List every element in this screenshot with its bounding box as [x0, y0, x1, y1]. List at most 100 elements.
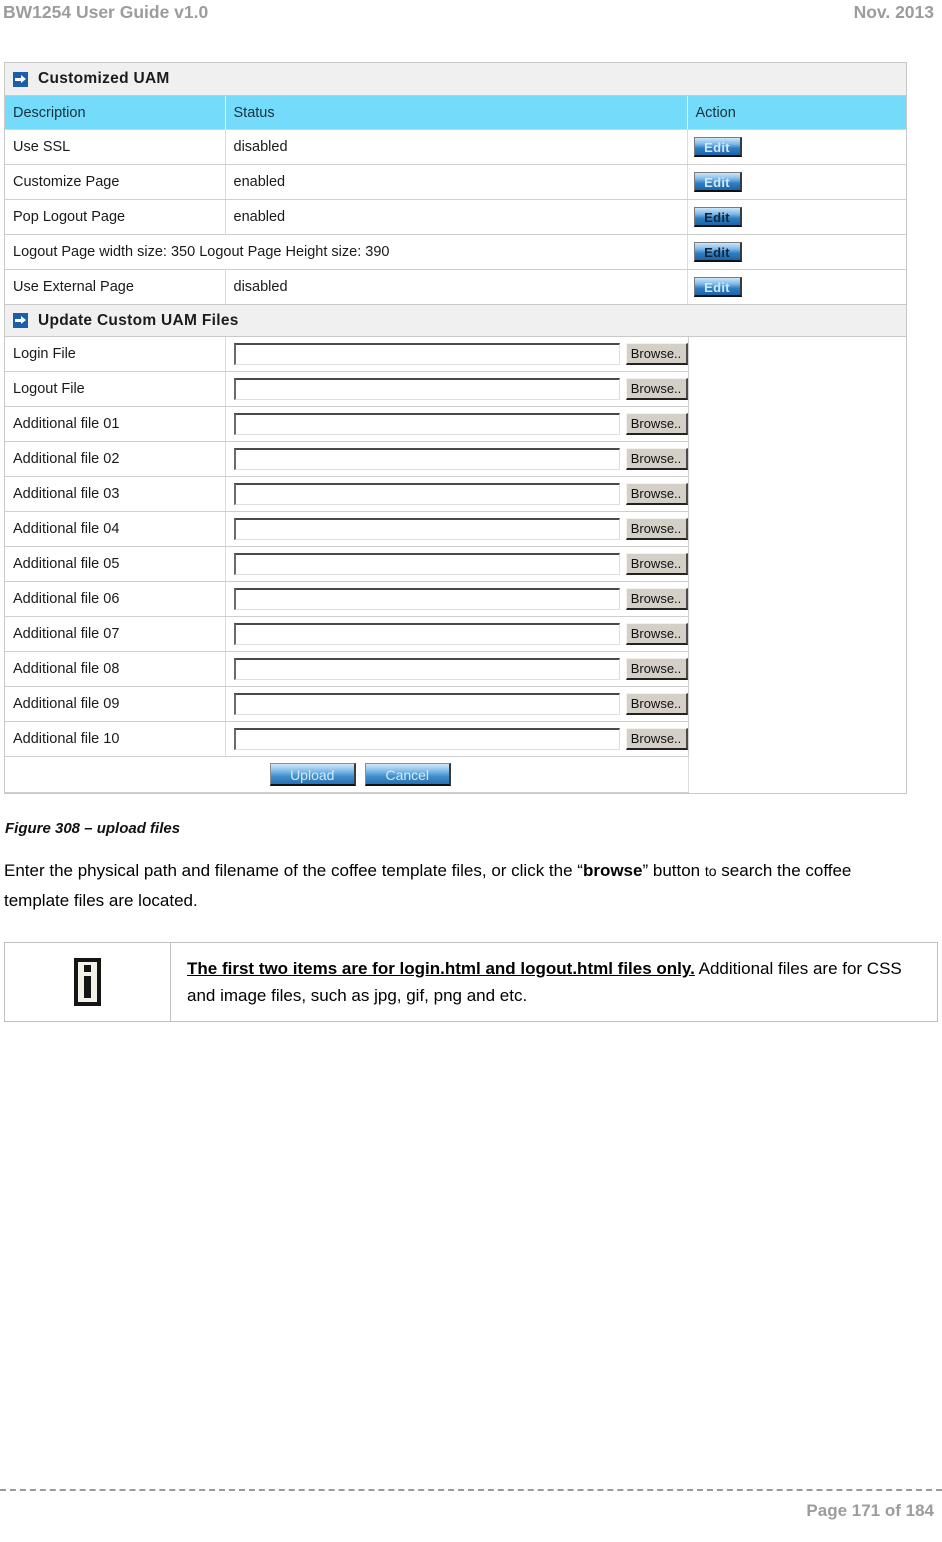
arrow-square-icon [13, 313, 28, 328]
info-icon [74, 958, 101, 1006]
customized-uam-table: Description Status Action Use SSL disabl… [5, 96, 906, 304]
table-row: Use SSL disabled Edit [5, 129, 906, 165]
note-lead-text: The first two items are for login.html a… [187, 959, 695, 978]
body-text-part1: Enter the physical path and filename of … [4, 861, 583, 880]
browse-button[interactable]: Browse.. [625, 623, 688, 645]
edit-button[interactable]: Edit [693, 172, 742, 192]
table-row: Use External Page disabled Edit [5, 269, 906, 304]
browse-button[interactable]: Browse.. [625, 378, 688, 400]
file-path-input[interactable] [233, 518, 620, 540]
file-row: Additional file 09 Browse.. [5, 686, 688, 722]
body-paragraph: Enter the physical path and filename of … [4, 856, 909, 915]
browse-button[interactable]: Browse.. [625, 448, 688, 470]
edit-button[interactable]: Edit [693, 242, 742, 262]
browse-button[interactable]: Browse.. [625, 658, 688, 680]
table-row: Logout Page width size: 350 Logout Page … [5, 234, 906, 270]
file-path-input[interactable] [233, 343, 620, 365]
file-row-input-cell: Browse.. [225, 406, 688, 442]
edit-button[interactable]: Edit [693, 207, 742, 227]
cell-description: Customize Page [5, 164, 226, 200]
file-row-input-cell: Browse.. [225, 371, 688, 407]
table-row: Customize Page enabled Edit [5, 164, 906, 200]
file-row: Additional file 07 Browse.. [5, 616, 688, 652]
table-header-row: Description Status Action [5, 96, 906, 130]
file-row-label: Additional file 03 [5, 476, 226, 512]
file-row-input-cell: Browse.. [225, 721, 688, 757]
body-text-part2: ” button [642, 861, 705, 880]
file-path-input[interactable] [233, 553, 620, 575]
submit-row: Upload Cancel [5, 756, 689, 793]
section-header-customized-uam: Customized UAM [5, 63, 906, 96]
edit-button[interactable]: Edit [693, 277, 742, 297]
browse-button[interactable]: Browse.. [625, 483, 688, 505]
column-header-action: Action [687, 96, 906, 130]
file-row: Additional file 10 Browse.. [5, 721, 688, 757]
file-row-label: Additional file 04 [5, 511, 226, 547]
file-row-label: Additional file 07 [5, 616, 226, 652]
file-row: Additional file 08 Browse.. [5, 651, 688, 687]
browse-button[interactable]: Browse.. [625, 553, 688, 575]
file-row-label: Additional file 05 [5, 546, 226, 582]
file-row: Login File Browse.. [5, 337, 688, 372]
file-path-input[interactable] [233, 693, 620, 715]
file-row: Additional file 03 Browse.. [5, 476, 688, 512]
file-path-input[interactable] [233, 413, 620, 435]
update-custom-uam-files-area: Login File Browse.. Logout File Browse.. Add… [5, 337, 906, 793]
file-row: Additional file 04 Browse.. [5, 511, 688, 547]
file-row-input-cell: Browse.. [225, 581, 688, 617]
cell-description: Use External Page [5, 269, 226, 304]
file-path-input[interactable] [233, 623, 620, 645]
file-row: Logout File Browse.. [5, 371, 688, 407]
cell-action: Edit [687, 164, 906, 200]
file-row-label: Additional file 01 [5, 406, 226, 442]
file-row: Additional file 02 Browse.. [5, 441, 688, 477]
cell-action: Edit [687, 129, 906, 165]
footer-page-number: Page 171 of 184 [806, 1501, 934, 1520]
file-row-input-cell: Browse.. [225, 511, 688, 547]
file-row-label: Additional file 10 [5, 721, 226, 757]
cell-status: disabled [225, 129, 688, 165]
file-row-label: Login File [5, 337, 226, 372]
browse-button[interactable]: Browse.. [625, 518, 688, 540]
section-title-update-custom-uam-files: Update Custom UAM Files [38, 311, 239, 329]
file-row-input-cell: Browse.. [225, 686, 688, 722]
file-path-input[interactable] [233, 728, 620, 750]
file-path-input[interactable] [233, 588, 620, 610]
column-header-description: Description [5, 96, 226, 130]
browse-button[interactable]: Browse.. [625, 413, 688, 435]
file-row-input-cell: Browse.. [225, 616, 688, 652]
submit-cell: Upload Cancel [5, 756, 689, 793]
section-header-update-custom-uam-files: Update Custom UAM Files [5, 304, 906, 337]
table-row: Pop Logout Page enabled Edit [5, 199, 906, 235]
browse-button[interactable]: Browse.. [625, 343, 688, 365]
file-path-input[interactable] [233, 658, 620, 680]
file-path-input[interactable] [233, 483, 620, 505]
browse-button[interactable]: Browse.. [625, 728, 688, 750]
body-text-bold: browse [582, 861, 643, 880]
cancel-button[interactable]: Cancel [364, 763, 451, 786]
body-text-small: to [704, 863, 717, 879]
cell-status: enabled [225, 164, 688, 200]
file-path-input[interactable] [233, 448, 620, 470]
file-row-label: Additional file 06 [5, 581, 226, 617]
cell-description: Pop Logout Page [5, 199, 226, 235]
figure-caption: Figure 308 – upload files [5, 820, 181, 837]
cell-action: Edit [687, 199, 906, 235]
cell-description: Use SSL [5, 129, 226, 165]
file-row-input-cell: Browse.. [225, 546, 688, 582]
file-row-input-cell: Browse.. [225, 441, 688, 477]
browse-button[interactable]: Browse.. [625, 588, 688, 610]
document-date: Nov. 2013 [853, 2, 934, 22]
file-path-input[interactable] [233, 378, 620, 400]
edit-button[interactable]: Edit [693, 137, 742, 157]
file-row: Additional file 05 Browse.. [5, 546, 688, 582]
cell-status: enabled [225, 199, 688, 235]
footer-divider [0, 1489, 942, 1491]
document-title: BW1254 User Guide v1.0 [3, 2, 209, 22]
upload-button[interactable]: Upload [269, 763, 356, 786]
column-header-status: Status [225, 96, 688, 130]
custom-uam-files-table: Login File Browse.. Logout File Browse.. Add… [5, 337, 689, 793]
uam-screenshot-panel: Customized UAM Description Status Action… [4, 62, 907, 794]
note-box: The first two items are for login.html a… [4, 942, 938, 1022]
browse-button[interactable]: Browse.. [625, 693, 688, 715]
